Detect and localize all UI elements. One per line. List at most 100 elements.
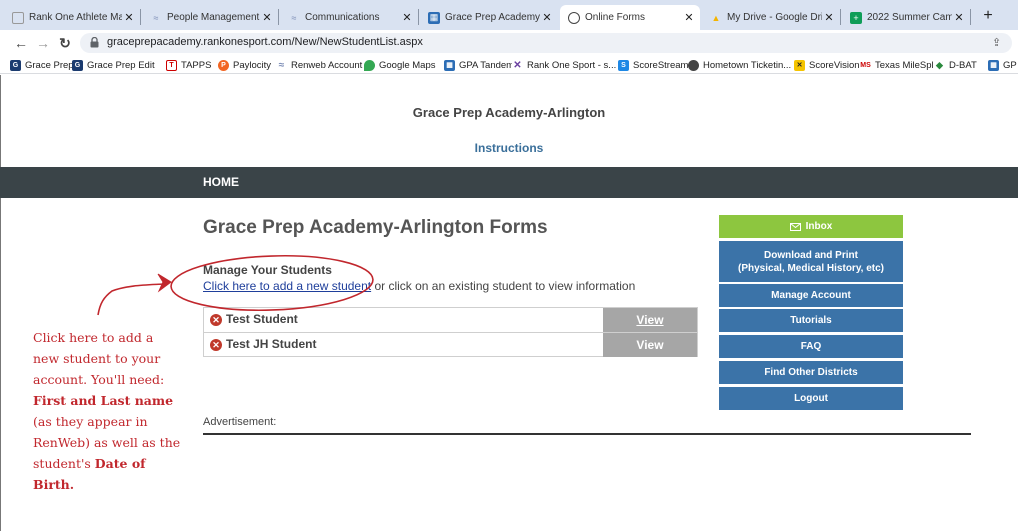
find-other-districts-button[interactable]: Find Other Districts [719, 361, 903, 384]
annotation-arrowhead [157, 273, 172, 293]
bookmarks-bar: G Grace Prep G Grace Prep Edit T TAPPS P Pay… [0, 56, 1018, 74]
grace-prep-logo-icon: G [72, 59, 83, 71]
bookmark-tapps[interactable]: T TAPPS [166, 58, 211, 72]
scorestream-icon: S [618, 59, 629, 71]
renweb-icon: ≈ [153, 12, 159, 23]
bookmark-renweb[interactable]: ≈ Renweb Account [276, 58, 363, 72]
tab-separator [970, 9, 971, 25]
tab-separator [418, 9, 419, 25]
student-row[interactable]: ✕ Test JH Student View [204, 333, 697, 357]
globe-icon [568, 11, 580, 24]
globe-icon [688, 59, 699, 71]
bookmark-grace-prep[interactable]: G Grace Prep [10, 58, 74, 72]
student-name: Test JH Student [226, 337, 317, 351]
manage-students-heading: Manage Your Students [203, 263, 332, 277]
address-bar-row: ← → ↻ graceprepacademy.rankonesport.com/… [0, 30, 1018, 56]
page-content: Grace Prep Academy-Arlington Instruction… [0, 75, 1018, 531]
paylocity-icon: P [218, 59, 229, 71]
calendar-icon: ▦ [428, 11, 440, 24]
tab-people-management[interactable]: ≈ People Management ✕ [142, 5, 278, 30]
download-print-button[interactable]: Download and Print (Physical, Medical Hi… [719, 241, 903, 282]
add-student-hint: or click on an existing student to view … [371, 279, 636, 293]
logout-button[interactable]: Logout [719, 387, 903, 410]
download-sublabel: (Physical, Medical History, etc) [738, 262, 884, 274]
lock-icon [90, 37, 99, 48]
bookmark-paylocity[interactable]: P Paylocity [218, 58, 271, 72]
calendar-icon: ▦ [444, 59, 455, 71]
bookmark-gpa-tandem[interactable]: ▦ GPA Tandem [444, 58, 514, 72]
annotation-note: Click here to add a new student to your … [33, 327, 181, 495]
url-text: graceprepacademy.rankonesport.com/New/Ne… [107, 36, 423, 48]
milesplit-icon: MS [860, 59, 871, 71]
address-bar[interactable]: graceprepacademy.rankonesport.com/New/Ne… [80, 33, 1012, 53]
inbox-button[interactable]: Inbox [719, 215, 903, 238]
bookmark-hometown-ticketing[interactable]: Hometown Ticketin... [688, 58, 791, 72]
tab-my-drive[interactable]: ▲ My Drive - Google Drive ✕ [702, 5, 840, 30]
tab-separator [840, 9, 841, 25]
scorevision-icon: ✕ [794, 59, 805, 71]
rank-one-icon: ✕ [512, 59, 523, 71]
close-icon[interactable]: ✕ [122, 11, 136, 24]
inbox-label: Inbox [805, 221, 833, 232]
faq-button[interactable]: FAQ [719, 335, 903, 358]
reload-icon[interactable]: ↻ [56, 34, 74, 52]
student-row[interactable]: ✕ Test Student View [204, 308, 697, 332]
back-arrow-icon[interactable]: ← [12, 34, 30, 52]
browser-tab-strip: Rank One Athlete Manag ✕ ≈ People Manage… [0, 0, 1018, 30]
close-icon[interactable]: ✕ [952, 11, 966, 24]
bookmark-d-bat[interactable]: ◆ D-BAT [934, 58, 977, 72]
share-icon[interactable]: ⇪ [992, 36, 1004, 49]
nav-home-link[interactable]: HOME [203, 175, 239, 189]
inbox-content: Inbox [789, 220, 833, 233]
annotation-text: Click here to add a new student to your … [33, 330, 165, 387]
bookmark-gp[interactable]: ▦ GP [988, 58, 1017, 72]
annotation-bold-name: First and Last name [33, 393, 174, 408]
manage-account-button[interactable]: Manage Account [719, 284, 903, 307]
bookmark-scorevision[interactable]: ✕ ScoreVision [794, 58, 860, 72]
renweb-icon: ≈ [278, 59, 285, 71]
close-icon[interactable]: ✕ [682, 11, 696, 24]
tab-separator [278, 9, 279, 25]
view-student-button[interactable]: View [603, 308, 697, 332]
bookmark-grace-prep-edit[interactable]: G Grace Prep Edit [72, 58, 155, 72]
tab-online-forms[interactable]: Online Forms ✕ [560, 5, 700, 30]
calendar-icon: ▦ [988, 59, 999, 71]
bookmark-scorestream[interactable]: S ScoreStream [618, 58, 688, 72]
remove-student-icon[interactable]: ✕ [210, 339, 222, 351]
bookmark-texas-milesplit[interactable]: MS Texas MileSplit [860, 58, 938, 72]
page-icon [12, 11, 24, 24]
tab-separator [140, 9, 141, 25]
add-new-student-link[interactable]: Click here to add a new student [203, 279, 371, 293]
remove-student-icon[interactable]: ✕ [210, 314, 222, 326]
forms-heading: Grace Prep Academy-Arlington Forms [203, 217, 548, 238]
main-nav-bar: HOME [0, 167, 1018, 198]
student-name: Test Student [226, 312, 298, 326]
tab-rank-one-athlete[interactable]: Rank One Athlete Manag ✕ [4, 5, 140, 30]
bookmark-rank-one-sport[interactable]: ✕ Rank One Sport - s... [512, 58, 616, 72]
d-bat-icon: ◆ [934, 59, 945, 71]
envelope-icon [789, 222, 801, 231]
tab-grace-prep-calendar[interactable]: ▦ Grace Prep Academy Cale ✕ [420, 5, 558, 30]
close-icon[interactable]: ✕ [540, 11, 554, 24]
google-drive-icon: ▲ [711, 12, 721, 23]
close-icon[interactable]: ✕ [400, 11, 414, 24]
view-student-button[interactable]: View [603, 333, 697, 357]
tapps-icon: T [166, 59, 177, 71]
forward-arrow-icon[interactable]: → [34, 34, 52, 52]
grace-prep-logo-icon: G [10, 59, 21, 71]
tab-communications[interactable]: ≈ Communications ✕ [280, 5, 418, 30]
close-icon[interactable]: ✕ [260, 11, 274, 24]
close-icon[interactable]: ✕ [822, 11, 836, 24]
instructions-link[interactable]: Instructions [0, 141, 1018, 155]
tutorials-button[interactable]: Tutorials [719, 309, 903, 332]
advertisement-label: Advertisement: [203, 416, 277, 428]
tab-summer-camp[interactable]: + 2022 Summer Camp Regi ✕ [842, 5, 970, 30]
download-label: Download and Print [764, 249, 858, 261]
annotation-arrow [97, 283, 165, 316]
new-tab-button[interactable]: + [976, 5, 1000, 27]
renweb-icon: ≈ [291, 12, 297, 23]
student-list: ✕ Test Student View ✕ Test JH Student Vi… [203, 307, 698, 357]
map-pin-icon [364, 59, 375, 71]
school-title: Grace Prep Academy-Arlington [412, 105, 606, 120]
bookmark-google-maps[interactable]: Google Maps [364, 58, 436, 72]
